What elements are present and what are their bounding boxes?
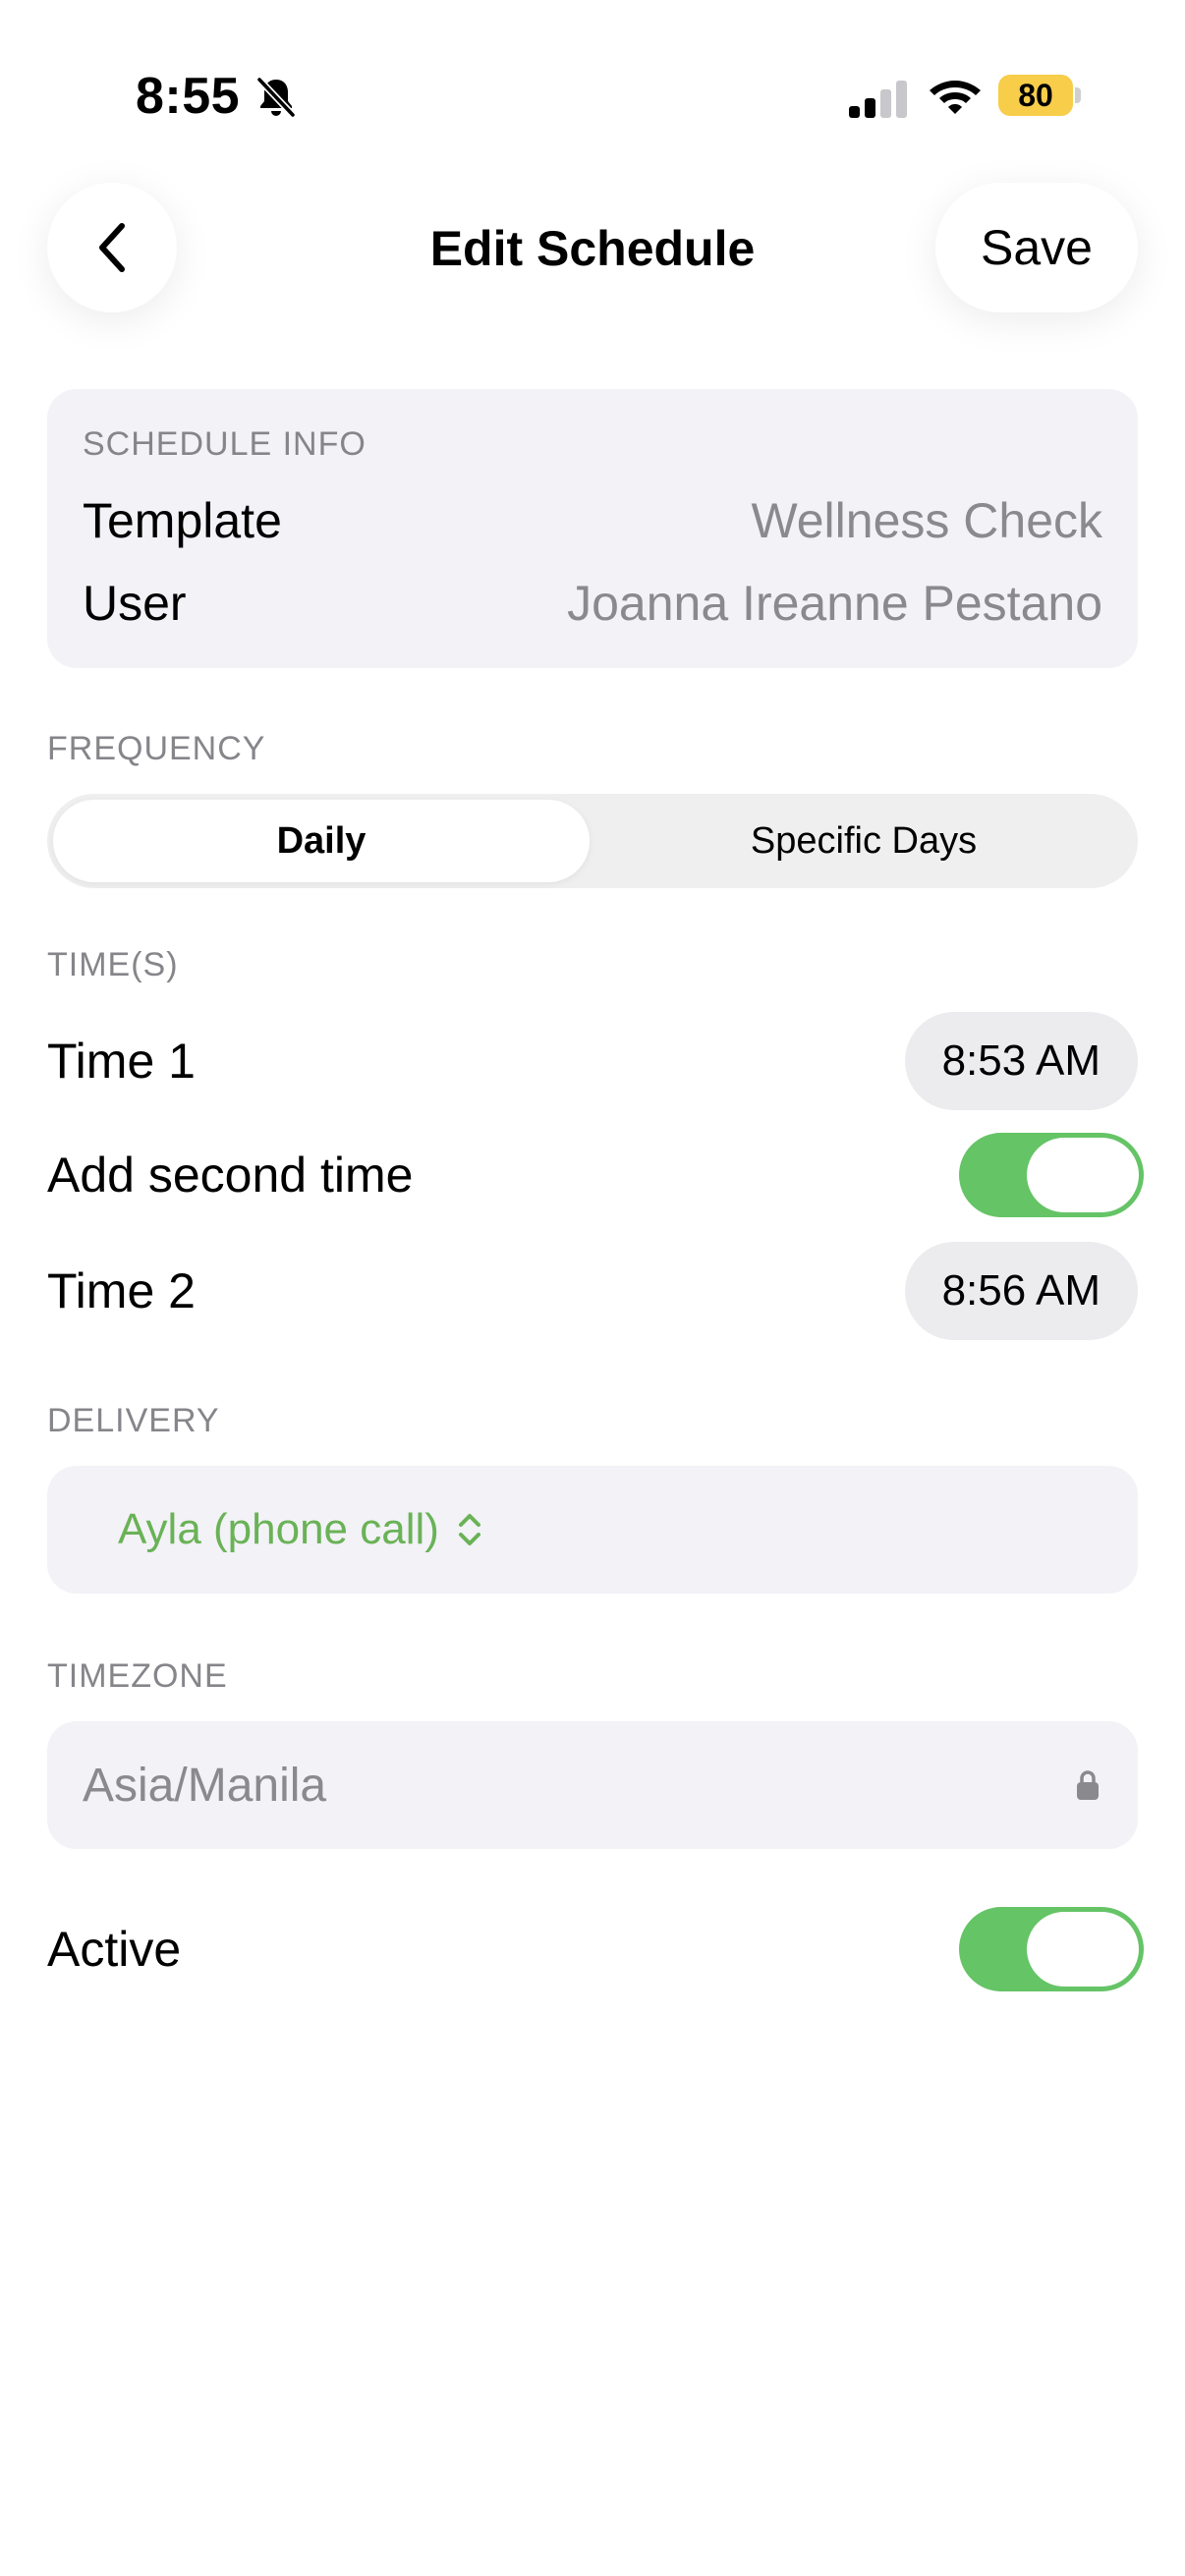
timezone-header: TIMEZONE bbox=[47, 1657, 228, 1695]
time2-row: Time 2 8:56 AM bbox=[47, 1242, 1138, 1340]
status-time: 8:55 bbox=[136, 68, 241, 125]
delivery-picker[interactable]: Ayla (phone call) bbox=[47, 1466, 1138, 1594]
frequency-option-specific-days[interactable]: Specific Days bbox=[595, 800, 1132, 882]
delivery-header: DELIVERY bbox=[47, 1402, 220, 1439]
time2-picker[interactable]: 8:56 AM bbox=[904, 1242, 1138, 1340]
time1-row: Time 1 8:53 AM bbox=[47, 1012, 1138, 1110]
second-time-row: Add second time bbox=[47, 1126, 1144, 1224]
status-bar: 8:55 80 bbox=[0, 0, 1185, 187]
timezone-field: Asia/Manila bbox=[47, 1721, 1138, 1849]
frequency-segmented-control: Daily Specific Days bbox=[47, 794, 1138, 888]
bell-slash-icon bbox=[256, 77, 296, 118]
frequency-header: FREQUENCY bbox=[47, 730, 266, 767]
save-button[interactable]: Save bbox=[935, 183, 1138, 312]
template-label: Template bbox=[83, 493, 282, 548]
time1-picker[interactable]: 8:53 AM bbox=[904, 1012, 1138, 1110]
time2-label: Time 2 bbox=[47, 1263, 196, 1318]
timezone-value: Asia/Manila bbox=[83, 1759, 327, 1812]
edit-schedule-screen: 8:55 80 Edit Schedule Save SCHEDULE INFO… bbox=[0, 0, 1185, 2576]
battery-level: 80 bbox=[998, 75, 1073, 116]
active-label: Active bbox=[47, 1922, 182, 1977]
user-value: Joanna Ireanne Pestano bbox=[567, 576, 1102, 631]
template-row: Template Wellness Check bbox=[83, 491, 1102, 550]
template-value: Wellness Check bbox=[751, 493, 1102, 548]
user-label: User bbox=[83, 576, 187, 631]
second-time-toggle[interactable] bbox=[959, 1133, 1144, 1217]
user-row: User Joanna Ireanne Pestano bbox=[83, 574, 1102, 633]
toggle-knob bbox=[1027, 1138, 1139, 1212]
chevron-up-down-icon bbox=[458, 1514, 480, 1545]
delivery-value-wrap: Ayla (phone call) bbox=[118, 1505, 486, 1554]
wifi-icon bbox=[930, 81, 981, 114]
schedule-info-card: SCHEDULE INFO Template Wellness Check Us… bbox=[47, 389, 1138, 668]
time1-label: Time 1 bbox=[47, 1034, 196, 1089]
battery-cap bbox=[1075, 87, 1081, 103]
times-header: TIME(S) bbox=[47, 946, 179, 983]
second-time-label: Add second time bbox=[47, 1148, 414, 1203]
schedule-info-header: SCHEDULE INFO bbox=[83, 425, 367, 463]
active-toggle[interactable] bbox=[959, 1907, 1144, 1991]
lock-icon bbox=[1077, 1770, 1099, 1800]
toggle-knob bbox=[1027, 1912, 1139, 1987]
delivery-value: Ayla (phone call) bbox=[118, 1505, 439, 1553]
frequency-option-daily[interactable]: Daily bbox=[53, 800, 590, 882]
cellular-signal-icon bbox=[849, 81, 907, 118]
active-row: Active bbox=[47, 1900, 1144, 1998]
